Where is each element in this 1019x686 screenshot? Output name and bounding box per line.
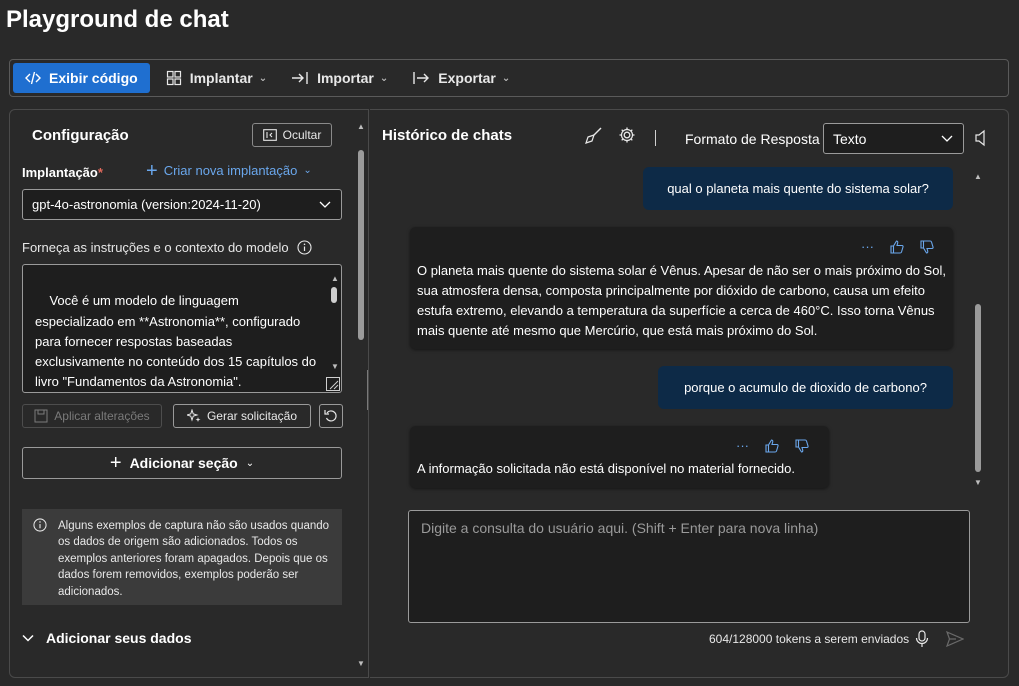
chat-scrollbar[interactable]: ▲ ▼ <box>973 172 983 492</box>
add-section-button[interactable]: + Adicionar seção ⌄ <box>22 447 342 479</box>
cube-icon <box>166 70 181 86</box>
hide-button[interactable]: Ocultar <box>252 123 332 147</box>
chevron-down-icon: ⌄ <box>379 72 389 84</box>
reset-button[interactable] <box>319 404 343 428</box>
export-label: Exportar <box>438 70 496 86</box>
add-your-data-section[interactable]: Adicionar seus dados <box>22 630 191 646</box>
instructions-label-text: Forneça as instruções e o contexto do mo… <box>22 240 289 255</box>
export-icon <box>413 72 430 84</box>
instructions-text: Você é um modelo de linguagem especializ… <box>35 293 320 390</box>
generate-prompt-button[interactable]: Gerar solicitação <box>173 404 311 428</box>
save-icon <box>34 409 48 423</box>
scroll-up-icon[interactable]: ▲ <box>974 172 982 181</box>
code-icon <box>25 71 41 85</box>
import-icon <box>292 72 308 84</box>
chat-history-title: Histórico de chats <box>382 127 513 144</box>
thumbs-down-icon[interactable] <box>920 240 934 254</box>
toolbar-divider <box>655 130 656 146</box>
chevron-down-icon <box>941 135 953 142</box>
scroll-down-icon[interactable]: ▼ <box>974 478 982 487</box>
panel-collapse-icon <box>262 129 277 141</box>
user-query-placeholder: Digite a consulta do usuário aqui. (Shif… <box>421 520 819 536</box>
user-message: porque o acumulo de dioxido de carbono? <box>658 366 953 409</box>
user-message: qual o planeta mais quente do sistema so… <box>643 167 953 210</box>
scroll-down-icon[interactable]: ▼ <box>331 357 339 377</box>
scrollbar-thumb[interactable] <box>975 304 981 472</box>
microphone-icon[interactable] <box>915 630 929 648</box>
hide-label: Ocultar <box>282 128 322 142</box>
resize-handle-icon[interactable] <box>326 377 340 391</box>
deploy-menu-button[interactable]: Implantar ⌄ <box>154 63 279 93</box>
assistant-message-text: O planeta mais quente do sistema solar é… <box>417 263 946 338</box>
deployment-label-text: Implantação <box>22 165 98 180</box>
add-your-data-label: Adicionar seus dados <box>46 630 192 646</box>
config-scrollbar[interactable]: ▲ ▼ <box>356 114 366 674</box>
undo-icon <box>324 410 337 422</box>
instructions-textarea[interactable]: Você é um modelo de linguagem especializ… <box>22 264 342 393</box>
user-message-text: qual o planeta mais quente do sistema so… <box>667 181 929 196</box>
clear-chat-icon[interactable] <box>585 126 603 144</box>
import-label: Importar <box>317 70 374 86</box>
generate-prompt-label: Gerar solicitação <box>206 409 298 423</box>
user-query-input[interactable]: Digite a consulta do usuário aqui. (Shif… <box>408 510 970 623</box>
assistant-message: ··· A informação solicitada não está dis… <box>410 426 829 488</box>
view-code-button[interactable]: Exibir código <box>13 63 150 93</box>
info-icon <box>33 518 47 532</box>
assistant-message-text: A informação solicitada não está disponí… <box>417 461 795 476</box>
deployment-value: gpt-4o-astronomia (version:2024-11-20) <box>32 197 261 212</box>
thumbs-up-icon[interactable] <box>890 240 904 254</box>
message-actions: ··· <box>861 237 934 257</box>
create-deployment-link[interactable]: + Criar nova implantação ⌄ <box>146 159 312 182</box>
instructions-scrollbar[interactable]: ▲ ▼ <box>330 269 339 389</box>
speaker-icon[interactable] <box>974 129 988 147</box>
scrollbar-thumb[interactable] <box>358 150 364 340</box>
more-options-icon[interactable]: ··· <box>861 237 874 257</box>
scroll-down-icon[interactable]: ▼ <box>357 659 365 668</box>
user-message-text: porque o acumulo de dioxido de carbono? <box>684 380 927 395</box>
token-count: 604/128000 tokens a serem enviados <box>709 632 910 646</box>
chevron-down-icon <box>22 634 34 642</box>
configuration-title: Configuração <box>32 127 129 144</box>
deployment-label: Implantação* <box>22 165 103 180</box>
page-title: Playground de chat <box>6 6 229 33</box>
thumbs-up-icon[interactable] <box>765 439 779 453</box>
plus-icon: + <box>109 451 122 474</box>
send-icon[interactable] <box>946 631 964 647</box>
add-section-label: Adicionar seção <box>129 455 238 471</box>
required-mark: * <box>97 165 103 180</box>
sparkle-icon <box>186 409 201 422</box>
toolbar: Exibir código Implantar ⌄ Importar ⌄ Exp… <box>9 59 1009 97</box>
response-format-label: Formato de Resposta <box>685 131 820 147</box>
view-code-label: Exibir código <box>49 70 138 86</box>
thumbs-down-icon[interactable] <box>795 439 809 453</box>
configuration-panel: Configuração Ocultar Implantação* + Cria… <box>9 109 369 678</box>
message-actions: ··· <box>736 436 809 456</box>
chevron-down-icon: ⌄ <box>501 72 511 84</box>
more-options-icon[interactable]: ··· <box>736 436 749 456</box>
response-format-select[interactable]: Texto <box>823 123 964 154</box>
chevron-down-icon: ⌄ <box>245 457 255 469</box>
chevron-down-icon: ⌄ <box>258 72 268 84</box>
assistant-message: ··· O planeta mais quente do sistema sol… <box>410 227 953 349</box>
plus-icon: + <box>146 159 158 182</box>
apply-changes-button[interactable]: Aplicar alterações <box>22 404 162 428</box>
gear-icon[interactable] <box>618 126 636 144</box>
chevron-down-icon <box>319 201 331 208</box>
export-menu-button[interactable]: Exportar ⌄ <box>400 63 522 93</box>
info-message: Alguns exemplos de captura não são usado… <box>22 509 342 605</box>
create-deployment-label: Criar nova implantação <box>163 163 298 178</box>
apply-changes-label: Aplicar alterações <box>54 409 150 423</box>
deploy-label: Implantar <box>189 70 253 86</box>
scrollbar-thumb[interactable] <box>331 287 337 303</box>
chat-panel: Histórico de chats Formato de Resposta T… <box>370 109 1009 678</box>
scroll-up-icon[interactable]: ▲ <box>357 122 365 131</box>
deployment-select[interactable]: gpt-4o-astronomia (version:2024-11-20) <box>22 189 342 220</box>
info-text: Alguns exemplos de captura não são usado… <box>58 520 330 598</box>
response-format-value: Texto <box>833 131 867 147</box>
chevron-down-icon: ⌄ <box>303 165 312 176</box>
instructions-label: Forneça as instruções e o contexto do mo… <box>22 240 312 255</box>
info-icon[interactable] <box>297 240 312 255</box>
import-menu-button[interactable]: Importar ⌄ <box>279 63 400 93</box>
